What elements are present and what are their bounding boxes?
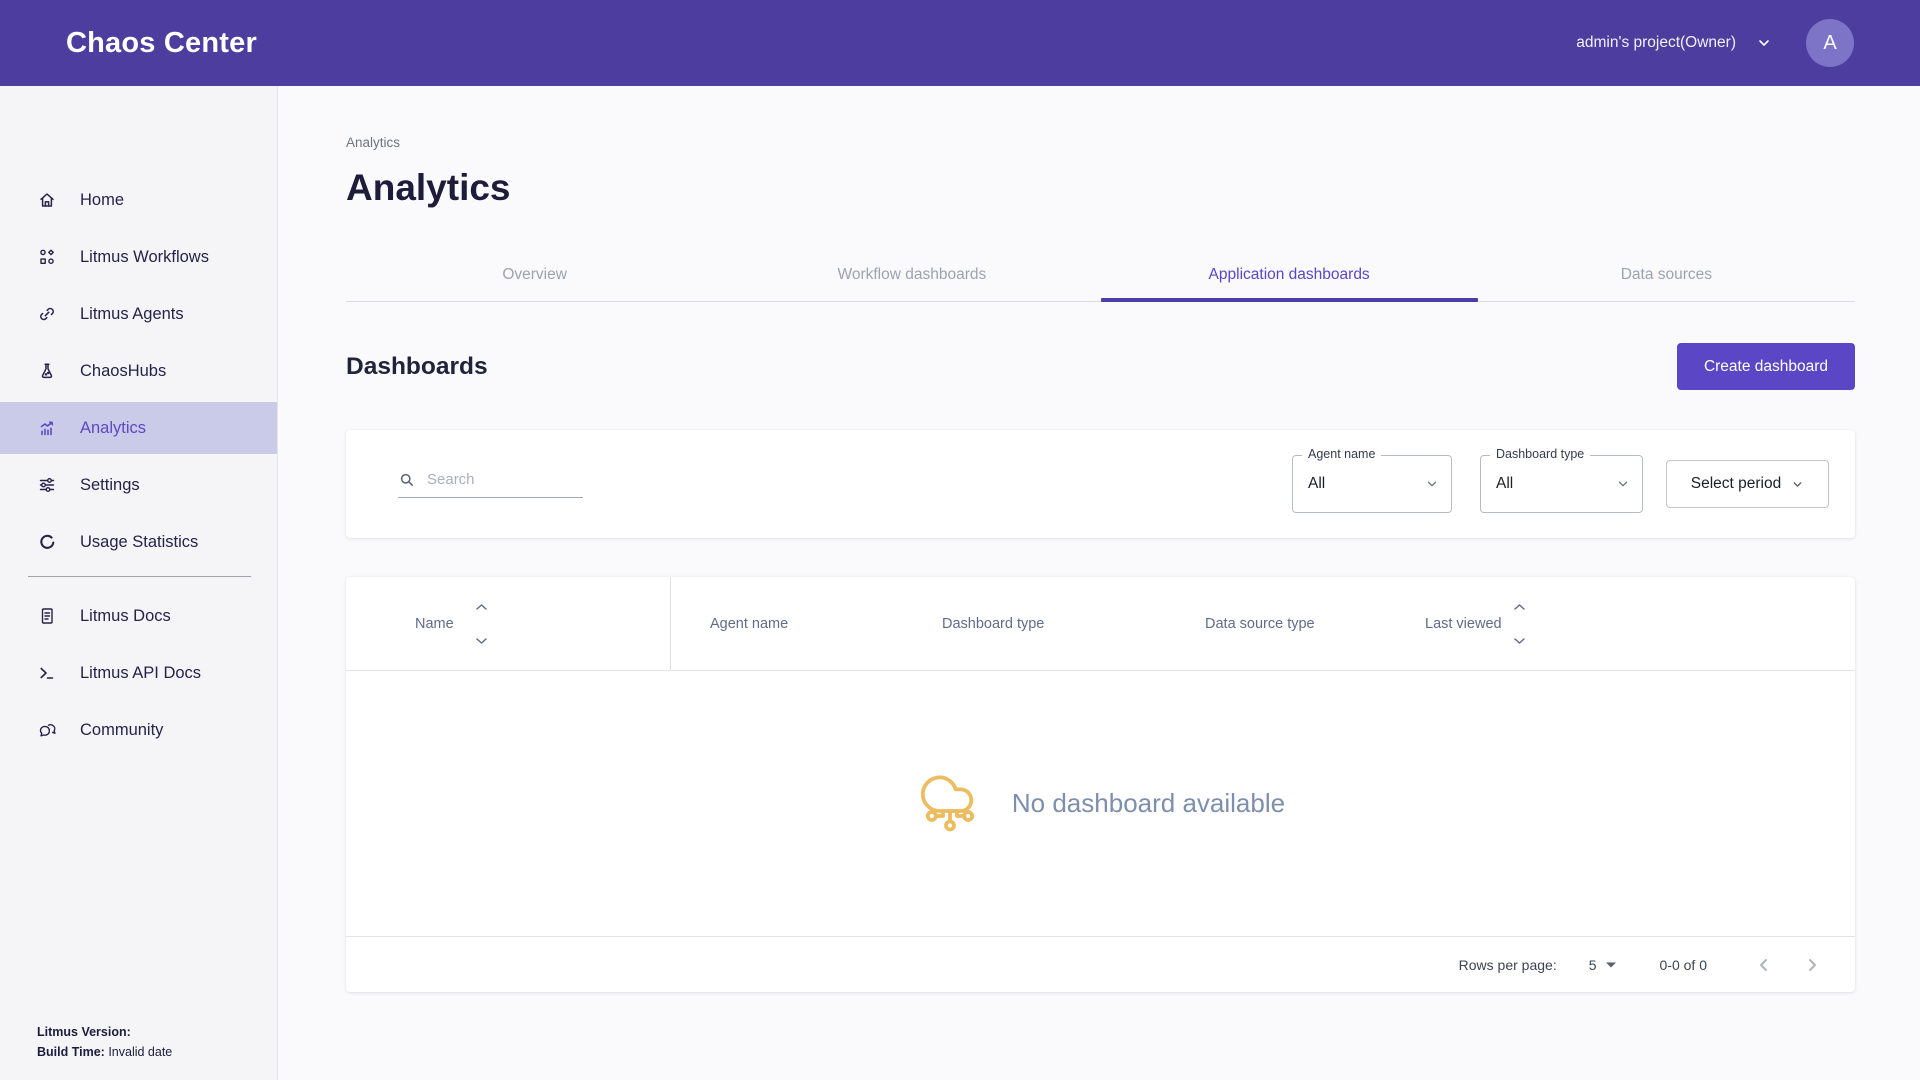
caret-down-icon bbox=[1606, 962, 1616, 968]
top-header: Chaos Center admin's project(Owner) A bbox=[0, 0, 1920, 86]
sidebar-divider bbox=[28, 576, 251, 577]
sort-desc-icon bbox=[1513, 637, 1526, 645]
build-time-label: Build Time: bbox=[37, 1045, 105, 1059]
filter-bar: Agent name All Dashboard type All Select… bbox=[346, 430, 1855, 538]
workflows-icon bbox=[37, 247, 57, 267]
next-page-button[interactable] bbox=[1795, 948, 1829, 982]
select-period-button[interactable]: Select period bbox=[1666, 460, 1829, 508]
version-label: Litmus Version: bbox=[37, 1025, 131, 1039]
chevron-right-icon bbox=[1802, 955, 1822, 975]
dashboard-type-select-label: Dashboard type bbox=[1490, 447, 1590, 461]
table-header-row: Name Agent name Dashboard type Data sour… bbox=[346, 577, 1855, 671]
column-header-agent-name: Agent name bbox=[671, 577, 942, 670]
document-icon bbox=[37, 606, 57, 626]
dashboards-table: Name Agent name Dashboard type Data sour… bbox=[346, 577, 1855, 992]
sidebar: Home Litmus Workflows Litmus Agents Chao… bbox=[0, 86, 278, 1080]
tab-bar: Overview Workflow dashboards Application… bbox=[346, 249, 1855, 302]
sidebar-item-label: Usage Statistics bbox=[80, 533, 198, 552]
sort-asc-icon bbox=[475, 603, 488, 611]
sidebar-item-community[interactable]: Community bbox=[0, 704, 277, 756]
breadcrumb: Analytics bbox=[346, 135, 1855, 150]
column-label: Data source type bbox=[1205, 616, 1315, 632]
sidebar-item-litmus-workflows[interactable]: Litmus Workflows bbox=[0, 231, 277, 283]
tab-overview[interactable]: Overview bbox=[346, 249, 723, 301]
pagination-bar: Rows per page: 5 0-0 of 0 bbox=[346, 936, 1855, 992]
pagination-range: 0-0 of 0 bbox=[1660, 957, 1707, 973]
tab-workflow-dashboards[interactable]: Workflow dashboards bbox=[723, 249, 1100, 301]
chevron-down-icon bbox=[1616, 477, 1630, 491]
sidebar-item-label: Home bbox=[80, 191, 124, 210]
search-icon bbox=[398, 471, 416, 489]
search-input[interactable] bbox=[427, 471, 567, 488]
empty-state: No dashboard available bbox=[346, 671, 1855, 936]
sidebar-item-label: ChaosHubs bbox=[80, 362, 166, 381]
avatar-initial: A bbox=[1823, 32, 1836, 55]
select-period-label: Select period bbox=[1691, 475, 1781, 493]
sidebar-item-label: Litmus Agents bbox=[80, 305, 184, 324]
project-selector-label: admin's project(Owner) bbox=[1576, 34, 1736, 52]
flask-icon bbox=[37, 361, 57, 381]
refresh-icon bbox=[37, 532, 57, 552]
sort-control-name[interactable] bbox=[475, 603, 488, 645]
column-label: Dashboard type bbox=[942, 616, 1044, 632]
dashboard-type-select-value: All bbox=[1496, 475, 1513, 493]
chevron-down-icon bbox=[1756, 35, 1772, 51]
sidebar-item-label: Settings bbox=[80, 476, 140, 495]
section-heading: Dashboards bbox=[346, 353, 488, 381]
rows-per-page-select[interactable]: 5 bbox=[1589, 957, 1616, 973]
chevron-down-icon bbox=[1425, 477, 1439, 491]
tab-application-dashboards[interactable]: Application dashboards bbox=[1101, 249, 1478, 301]
sort-asc-icon bbox=[1513, 603, 1526, 611]
create-dashboard-button[interactable]: Create dashboard bbox=[1677, 343, 1855, 390]
column-header-name: Name bbox=[346, 577, 671, 670]
app-title: Chaos Center bbox=[66, 27, 257, 60]
agent-name-select-label: Agent name bbox=[1302, 447, 1381, 461]
column-header-dashboard-type: Dashboard type bbox=[942, 577, 1205, 670]
sidebar-item-label: Litmus Workflows bbox=[80, 248, 209, 267]
previous-page-button[interactable] bbox=[1747, 948, 1781, 982]
rows-per-page-value: 5 bbox=[1589, 957, 1597, 973]
sidebar-item-chaoshubs[interactable]: ChaosHubs bbox=[0, 345, 277, 397]
chevron-down-icon bbox=[1791, 478, 1804, 491]
chat-icon bbox=[37, 720, 57, 740]
sort-control-last-viewed[interactable] bbox=[1513, 603, 1526, 645]
version-footer: Litmus Version: Build Time: Invalid date bbox=[37, 1022, 172, 1062]
home-icon bbox=[37, 190, 57, 210]
sidebar-item-settings[interactable]: Settings bbox=[0, 459, 277, 511]
column-header-data-source-type: Data source type bbox=[1205, 577, 1425, 670]
page-title: Analytics bbox=[346, 165, 1855, 211]
sidebar-item-label: Litmus Docs bbox=[80, 607, 171, 626]
empty-state-text: No dashboard available bbox=[1012, 788, 1285, 819]
sort-desc-icon bbox=[475, 637, 488, 645]
terminal-icon bbox=[37, 663, 57, 683]
link-icon bbox=[37, 304, 57, 324]
agent-name-select-value: All bbox=[1308, 475, 1325, 493]
sidebar-item-litmus-docs[interactable]: Litmus Docs bbox=[0, 590, 277, 642]
sliders-icon bbox=[37, 475, 57, 495]
project-selector[interactable]: admin's project(Owner) bbox=[1576, 34, 1772, 52]
rows-per-page-label: Rows per page: bbox=[1459, 957, 1557, 973]
sidebar-item-litmus-api-docs[interactable]: Litmus API Docs bbox=[0, 647, 277, 699]
column-header-last-viewed: Last viewed bbox=[1425, 577, 1855, 670]
sidebar-item-litmus-agents[interactable]: Litmus Agents bbox=[0, 288, 277, 340]
chevron-left-icon bbox=[1754, 955, 1774, 975]
column-label: Name bbox=[415, 616, 454, 632]
column-label: Agent name bbox=[710, 616, 788, 632]
column-label: Last viewed bbox=[1425, 616, 1502, 632]
tab-data-sources[interactable]: Data sources bbox=[1478, 249, 1855, 301]
sidebar-item-label: Community bbox=[80, 721, 163, 740]
cloud-network-icon bbox=[916, 773, 982, 835]
sidebar-item-label: Analytics bbox=[80, 419, 146, 438]
agent-name-select[interactable]: Agent name All bbox=[1292, 455, 1452, 513]
sidebar-item-analytics[interactable]: Analytics bbox=[0, 402, 277, 454]
sidebar-item-usage-statistics[interactable]: Usage Statistics bbox=[0, 516, 277, 568]
search-field[interactable] bbox=[398, 471, 583, 498]
sidebar-item-label: Litmus API Docs bbox=[80, 664, 201, 683]
avatar[interactable]: A bbox=[1806, 19, 1854, 67]
build-time-value: Invalid date bbox=[108, 1045, 172, 1059]
main-content: Analytics Analytics Overview Workflow da… bbox=[278, 86, 1920, 1080]
bar-chart-icon bbox=[37, 418, 57, 438]
sidebar-item-home[interactable]: Home bbox=[0, 174, 277, 226]
dashboard-type-select[interactable]: Dashboard type All bbox=[1480, 455, 1643, 513]
